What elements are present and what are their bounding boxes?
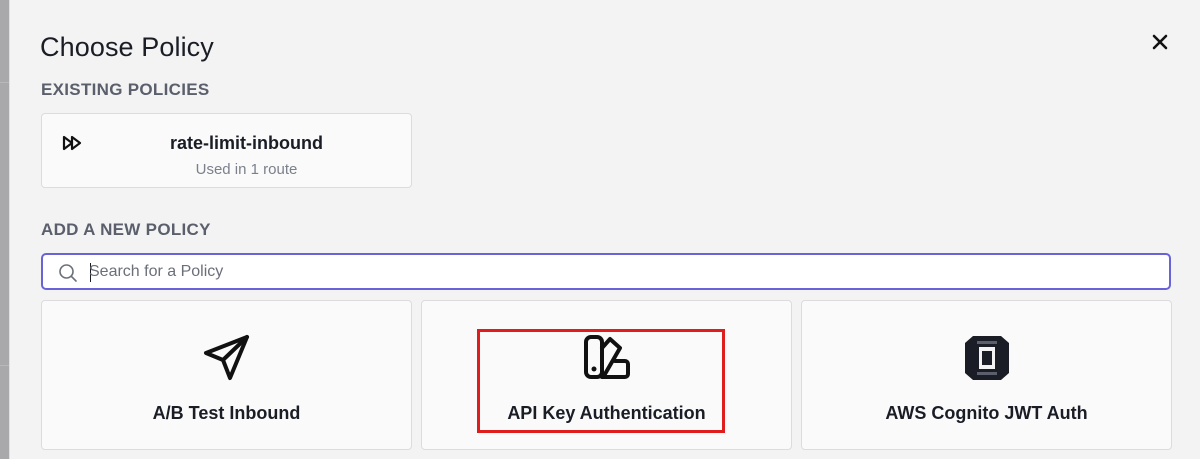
backdrop-divider bbox=[0, 82, 9, 83]
close-button[interactable] bbox=[1148, 30, 1172, 54]
existing-policy-card[interactable]: rate-limit-inbound Used in 1 route bbox=[41, 113, 412, 188]
dialog-title: Choose Policy bbox=[40, 32, 214, 62]
add-new-policy-heading: ADD A NEW POLICY bbox=[41, 220, 211, 239]
existing-policy-usage: Used in 1 route bbox=[195, 161, 298, 178]
policy-card-ab-test[interactable]: A/B Test Inbound bbox=[41, 300, 412, 450]
policy-card-label: AWS Cognito JWT Auth bbox=[885, 403, 1088, 423]
policy-card-api-key-auth[interactable]: API Key Authentication bbox=[421, 300, 792, 450]
paper-plane-icon bbox=[203, 335, 249, 380]
search-icon bbox=[59, 264, 77, 282]
swatchbook-icon bbox=[583, 335, 630, 379]
close-icon bbox=[1152, 34, 1168, 50]
policy-card-label: API Key Authentication bbox=[507, 403, 706, 423]
policy-search-field[interactable] bbox=[41, 253, 1171, 290]
policy-card-aws-cognito[interactable]: AWS Cognito JWT Auth bbox=[801, 300, 1172, 450]
existing-policies-heading: EXISTING POLICIES bbox=[41, 80, 210, 99]
existing-policy-name: rate-limit-inbound bbox=[170, 133, 323, 153]
choose-policy-dialog: Choose Policy EXISTING POLICIES rate-lim… bbox=[9, 0, 1200, 459]
aws-cognito-icon bbox=[964, 336, 1009, 380]
search-input[interactable] bbox=[89, 258, 1159, 285]
policy-card-label: A/B Test Inbound bbox=[152, 403, 301, 423]
backdrop-divider bbox=[0, 365, 9, 366]
